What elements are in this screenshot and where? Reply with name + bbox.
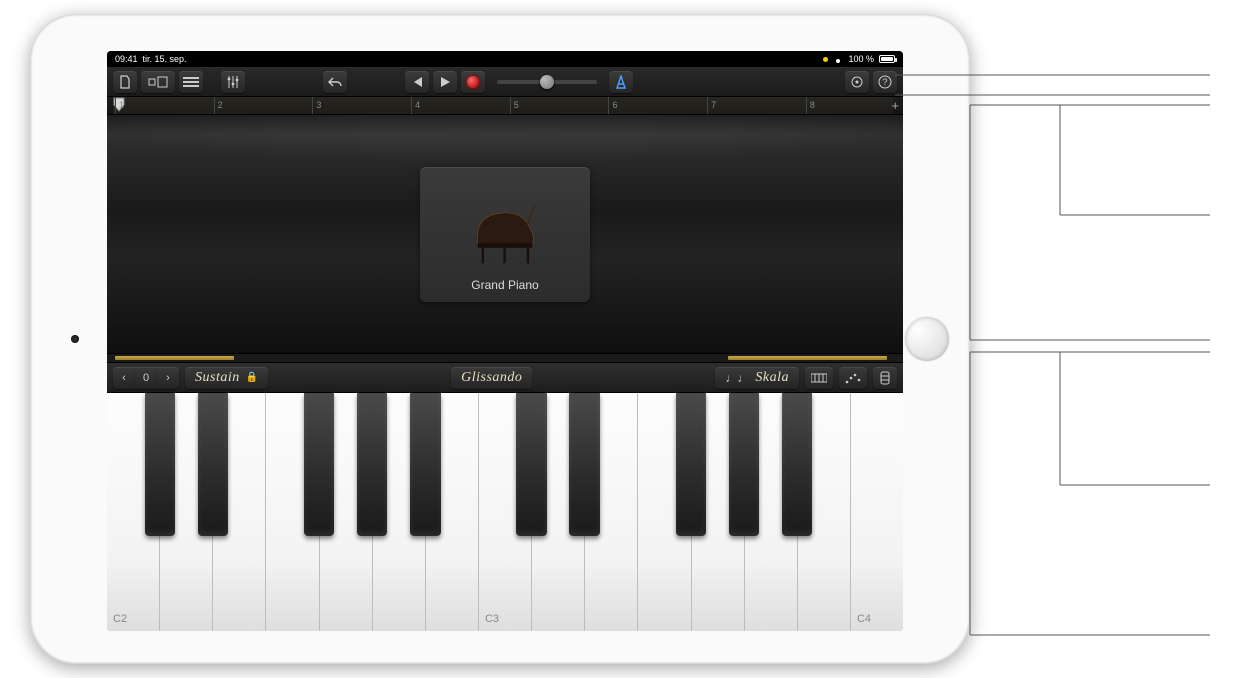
black-key[interactable]: [729, 393, 759, 536]
loop-region-icon: [113, 97, 893, 114]
octave-label: C4: [857, 613, 871, 625]
home-button[interactable]: [905, 317, 949, 361]
arpeggiator-button[interactable]: [839, 367, 867, 389]
app-screen: 09:41 tir. 15. sep. 100 %: [107, 51, 903, 631]
ruler-bar: 7: [707, 97, 716, 114]
tracks-view-button[interactable]: [179, 71, 203, 93]
black-key[interactable]: [569, 393, 599, 536]
ruler-bar: 4: [411, 97, 420, 114]
black-key[interactable]: [516, 393, 546, 536]
slider-knob-icon: [540, 75, 554, 89]
octave-up-button[interactable]: ›: [157, 367, 179, 389]
play-icon: [439, 76, 451, 88]
arpeggiator-icon: [845, 372, 861, 384]
ruler-bar: 2: [214, 97, 223, 114]
sustain-label: Sustain: [195, 370, 240, 386]
keyboard-controls: ‹ 0 › Sustain 🔒 Glissando ♩♩ Skala: [107, 363, 903, 393]
browser-button[interactable]: [141, 71, 175, 93]
help-button[interactable]: ?: [873, 71, 897, 93]
ios-status-bar: 09:41 tir. 15. sep. 100 %: [107, 51, 903, 67]
undo-button[interactable]: [323, 71, 347, 93]
svg-text:?: ?: [882, 77, 887, 87]
go-to-beginning-button[interactable]: [405, 71, 429, 93]
play-button[interactable]: [433, 71, 457, 93]
add-section-button[interactable]: +: [891, 98, 899, 113]
camera-icon: [71, 335, 79, 343]
my-songs-button[interactable]: [113, 71, 137, 93]
record-button[interactable]: [461, 71, 485, 93]
keyboard-settings-icon: [879, 371, 891, 385]
black-key[interactable]: [410, 393, 440, 536]
document-icon: [118, 75, 132, 89]
status-date: tir. 15. sep.: [143, 54, 187, 64]
ipad-device-frame: 09:41 tir. 15. sep. 100 %: [30, 14, 970, 664]
master-volume-slider[interactable]: [497, 80, 597, 84]
gear-icon: [850, 75, 864, 89]
privacy-indicator-icon: [823, 57, 828, 62]
rewind-icon: [410, 76, 424, 88]
instrument-selector[interactable]: Grand Piano: [420, 167, 590, 302]
keyboard-layout-icon: [811, 372, 827, 384]
metronome-button[interactable]: [609, 71, 633, 93]
scale-button[interactable]: ♩♩ Skala: [715, 367, 799, 389]
octave-display: 0: [135, 367, 157, 389]
tracks-icon: [183, 76, 199, 88]
ruler-bar: 5: [510, 97, 519, 114]
piano-keyboard[interactable]: C2 C3 C4: [107, 393, 903, 631]
wifi-icon: [833, 55, 843, 63]
help-icon: ?: [878, 75, 892, 89]
undo-icon: [327, 76, 343, 88]
keyboard-settings-button[interactable]: [873, 367, 897, 389]
black-key[interactable]: [304, 393, 334, 536]
settings-button[interactable]: [845, 71, 869, 93]
status-time: 09:41: [115, 54, 138, 64]
octave-label: C2: [113, 613, 127, 625]
ruler-bar: 1: [115, 97, 124, 114]
glissando-button[interactable]: Glissando: [451, 367, 532, 389]
ruler-bar: 6: [608, 97, 617, 114]
keyboard-layout-button[interactable]: [805, 367, 833, 389]
glissando-label: Glissando: [461, 370, 522, 386]
notes-icon: ♩♩: [725, 371, 749, 385]
lock-icon: 🔒: [246, 372, 258, 383]
black-key[interactable]: [676, 393, 706, 536]
instrument-area: Grand Piano: [107, 115, 903, 353]
black-key[interactable]: [198, 393, 228, 536]
keyboard-scroll-strip[interactable]: [107, 353, 903, 363]
metronome-icon: [614, 75, 628, 89]
control-bar: ?: [107, 67, 903, 97]
ruler[interactable]: 1 2 3 4 5 6 7 8 +: [107, 97, 903, 115]
battery-percent: 100 %: [848, 54, 874, 64]
record-icon: [467, 76, 479, 88]
white-key[interactable]: C4: [851, 393, 903, 631]
ruler-bar: 8: [806, 97, 815, 114]
sliders-icon: [226, 75, 240, 89]
octave-label: C3: [485, 613, 499, 625]
black-key[interactable]: [782, 393, 812, 536]
black-key[interactable]: [357, 393, 387, 536]
ruler-bar: 3: [312, 97, 321, 114]
track-controls-button[interactable]: [221, 71, 245, 93]
black-key[interactable]: [145, 393, 175, 536]
browser-icon: [148, 76, 168, 88]
battery-icon: [879, 55, 895, 63]
scale-label: Skala: [755, 370, 789, 386]
scroll-segment-icon: [728, 356, 887, 360]
octave-down-button[interactable]: ‹: [113, 367, 135, 389]
grand-piano-icon: [465, 198, 545, 268]
instrument-name-label: Grand Piano: [471, 278, 538, 292]
scroll-segment-icon: [115, 356, 234, 360]
sustain-button[interactable]: Sustain 🔒: [185, 367, 268, 389]
